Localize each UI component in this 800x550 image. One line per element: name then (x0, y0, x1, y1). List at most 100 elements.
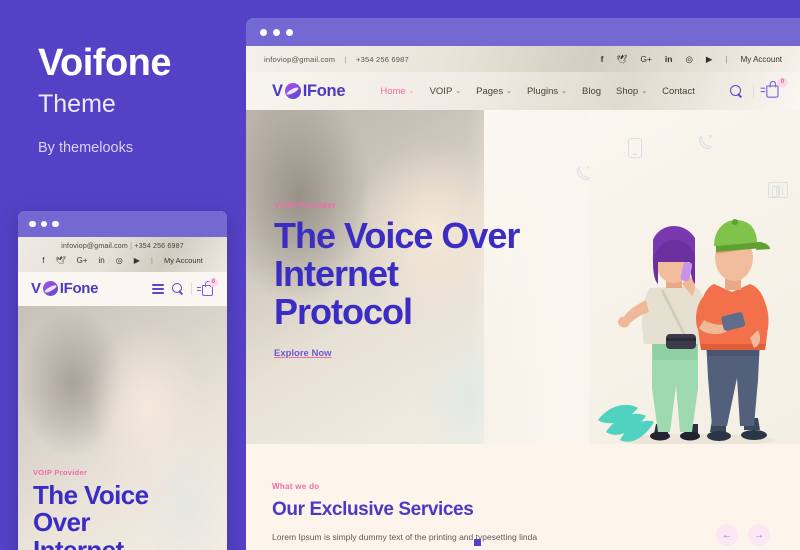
nav-divider (752, 84, 754, 98)
menu-item-contact-label: Contact (662, 85, 695, 97)
facebook-icon[interactable]: f (42, 256, 44, 265)
instagram-icon[interactable]: ◎ (116, 256, 123, 265)
window-maximize-dot-icon[interactable] (286, 28, 293, 36)
hero-eyebrow: VOIP Provider (274, 200, 337, 210)
menu-item-blog[interactable]: Blog (582, 86, 601, 97)
mobile-phone-icon (628, 138, 642, 158)
window-close-dot-icon[interactable] (29, 220, 36, 228)
hero-illustration-characters (598, 219, 776, 444)
mobile-navbar: V IFone 0 (18, 272, 227, 306)
site-navbar: V IFone Home ⌄ VOIP ⌄ Pages ⌄ Plugins ⌄ … (246, 72, 800, 110)
active-menu-indicator (474, 539, 481, 546)
hero-section: VOIP Provider The Voice Over Internet Pr… (246, 110, 800, 444)
chevron-down-icon: ⌄ (455, 88, 462, 95)
chevron-down-icon: ⌄ (408, 88, 415, 95)
menu-item-shop-label: Shop (616, 85, 639, 97)
services-title: Our Exclusive Services (272, 499, 474, 520)
chevron-down-icon: ⌄ (641, 88, 648, 95)
brand-block: Voifone Theme By themelooks (38, 42, 238, 157)
globe-icon (284, 83, 301, 99)
topbar-phone[interactable]: +354 256 6987 (356, 55, 409, 64)
search-icon[interactable] (729, 85, 742, 97)
youtube-icon[interactable]: ▶ (706, 54, 713, 65)
facebook-icon[interactable]: f (601, 54, 604, 64)
window-close-dot-icon[interactable] (260, 28, 267, 36)
topbar-email[interactable]: infoviop@gmail.com (264, 55, 335, 64)
cart-count-badge: 0 (777, 77, 788, 88)
cart-count-badge: 0 (209, 278, 218, 287)
twitter-icon[interactable]: 🕊 (55, 256, 65, 265)
window-minimize-dot-icon[interactable] (273, 28, 280, 36)
navbar-actions: 0 (729, 77, 788, 101)
page-title: Voifone (38, 42, 172, 84)
mobile-headline-line-2: Over (33, 507, 90, 538)
menu-item-home[interactable]: Home ⌄ (380, 86, 414, 97)
linkedin-icon[interactable]: in (665, 54, 673, 64)
mobile-nav-actions: 0 (152, 278, 218, 296)
author-credit: By themelooks (38, 140, 134, 157)
logo-text-rest: IFone (302, 81, 346, 100)
topbar-contact-info: infoviop@gmail.com | +354 256 6987 (264, 55, 409, 64)
cart-icon[interactable]: 0 (760, 77, 788, 101)
mobile-social-separator: | (150, 256, 153, 265)
explore-now-label: Explore Now (274, 348, 332, 360)
menu-item-voip[interactable]: VOIP ⌄ (430, 86, 462, 97)
services-eyebrow: What we do (272, 482, 320, 491)
main-menu: Home ⌄ VOIP ⌄ Pages ⌄ Plugins ⌄ Blog Sho… (380, 86, 694, 97)
cart-motion-lines-icon (760, 87, 766, 95)
logo-letter-v: V (31, 280, 41, 297)
menu-item-shop[interactable]: Shop ⌄ (616, 86, 647, 97)
globe-icon (42, 281, 58, 296)
mobile-social-links: f 🕊 G+ in ◎ ▶ | My Account (18, 256, 227, 265)
mobile-headline-line-1: The Voice (33, 479, 149, 510)
page-subtitle: Theme (38, 89, 116, 118)
hero-text-block: VOIP Provider The Voice Over Internet Pr… (274, 200, 520, 361)
menu-item-plugins[interactable]: Plugins ⌄ (527, 86, 567, 97)
site-logo[interactable]: V IFone (272, 81, 346, 101)
linkedin-icon[interactable]: in (99, 256, 105, 265)
google-plus-icon[interactable]: G+ (77, 256, 88, 265)
cart-motion-lines-icon (197, 287, 201, 293)
hero-headline: The Voice Over Internet Protocol (274, 217, 520, 330)
window-maximize-dot-icon[interactable] (52, 220, 59, 228)
menu-item-blog-label: Blog (582, 85, 602, 97)
search-icon[interactable] (172, 283, 183, 294)
twitter-icon[interactable]: 🕊 (617, 54, 628, 65)
mobile-site-logo[interactable]: V IFone (31, 280, 99, 297)
menu-item-pages[interactable]: Pages ⌄ (476, 86, 512, 97)
youtube-icon[interactable]: ▶ (134, 256, 140, 265)
my-account-link[interactable]: My Account (741, 55, 782, 64)
services-section: What we do Our Exclusive Services Lorem … (246, 444, 800, 550)
instagram-icon[interactable]: ◎ (685, 54, 692, 65)
logo-letter-v: V (272, 81, 283, 100)
menu-item-plugins-label: Plugins (526, 85, 559, 97)
services-carousel-controls: ← → (716, 524, 770, 546)
nav-divider (191, 282, 192, 295)
topbar-separator: | (344, 54, 347, 64)
carousel-next-button[interactable]: → (748, 524, 770, 546)
mobile-hero-eyebrow: VOIP Provider (33, 467, 88, 477)
cart-icon[interactable]: 0 (197, 278, 218, 296)
mobile-hero-text: VOIP Provider The Voice Over Internet (33, 468, 149, 550)
mobile-phone[interactable]: +354 256 6987 (134, 243, 184, 250)
window-minimize-dot-icon[interactable] (40, 220, 47, 228)
carousel-prev-button[interactable]: ← (716, 524, 738, 546)
menu-item-contact[interactable]: Contact (662, 86, 695, 97)
topbar-social-links: f 🕊 G+ in ◎ ▶ | My Account (601, 54, 782, 65)
mobile-email[interactable]: infoviop@gmail.com (61, 243, 128, 250)
mobile-headline-line-3: Internet (33, 536, 149, 550)
mobile-preview-window: infoviop@gmail.com | +354 256 6987 f 🕊 G… (18, 211, 227, 550)
mobile-my-account-link[interactable]: My Account (164, 256, 203, 265)
menu-item-voip-label: VOIP (429, 85, 453, 97)
desktop-preview-window: infoviop@gmail.com | +354 256 6987 f 🕊 G… (246, 18, 800, 550)
logo-text-rest: IFone (59, 280, 99, 297)
hamburger-menu-icon[interactable] (152, 283, 164, 294)
google-plus-icon[interactable]: G+ (640, 54, 652, 64)
mobile-contact-info: infoviop@gmail.com | +354 256 6987 (18, 243, 227, 250)
mobile-hero-headline: The Voice Over Internet (33, 479, 149, 550)
explore-now-link[interactable]: Explore Now (274, 348, 332, 359)
cart-body-shape (766, 85, 779, 98)
services-description: Lorem Ipsum is simply dummy text of the … (272, 532, 538, 542)
site-topbar: infoviop@gmail.com | +354 256 6987 f 🕊 G… (246, 46, 800, 72)
menu-item-pages-label: Pages (476, 85, 504, 97)
